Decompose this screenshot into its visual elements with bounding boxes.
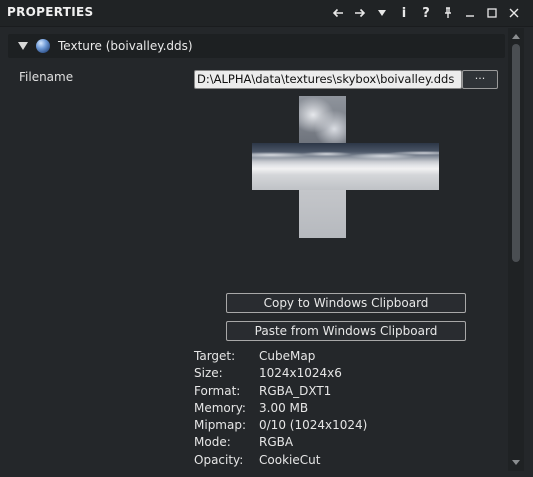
maximize-icon[interactable] — [481, 3, 503, 23]
cubemap-face-top — [299, 96, 346, 143]
dropdown-arrow-icon[interactable] — [371, 3, 393, 23]
info-key: Format: — [194, 383, 241, 398]
vertical-scrollbar[interactable] — [508, 28, 524, 471]
close-icon[interactable] — [503, 3, 525, 23]
filename-label: Filename — [19, 70, 74, 84]
info-key: Mode: — [194, 435, 231, 450]
globe-icon — [36, 39, 50, 53]
scroll-thumb[interactable] — [512, 44, 520, 262]
info-value: 3.00 MB — [259, 400, 309, 415]
panel-title: PROPERTIES — [7, 5, 94, 19]
info-key: Memory: — [194, 400, 246, 415]
copy-to-clipboard-button[interactable]: Copy to Windows Clipboard — [226, 293, 466, 313]
collapse-arrow-icon[interactable] — [18, 42, 28, 50]
info-value: CubeMap — [259, 349, 316, 363]
info-value: 1024x1024x6 — [259, 366, 342, 381]
texture-section-header[interactable]: Texture (boivalley.dds) — [8, 34, 505, 58]
info-key: Opacity: — [194, 452, 244, 467]
filename-field[interactable]: D:\ALPHA\data\textures\skybox\boivalley.… — [194, 70, 462, 89]
cubemap-face-bottom — [299, 190, 346, 238]
filename-value: D:\ALPHA\data\textures\skybox\boivalley.… — [197, 72, 455, 86]
help-icon[interactable]: ? — [415, 3, 437, 23]
minimize-icon[interactable] — [459, 3, 481, 23]
pin-icon[interactable] — [437, 3, 459, 23]
info-value: CookieCut — [259, 452, 321, 467]
section-title: Texture (boivalley.dds) — [58, 39, 193, 53]
info-icon[interactable]: i — [393, 3, 415, 23]
cubemap-preview — [252, 96, 439, 238]
forward-arrow-icon[interactable] — [349, 3, 371, 23]
paste-from-clipboard-button[interactable]: Paste from Windows Clipboard — [226, 321, 466, 341]
titlebar-icons: i ? — [327, 3, 525, 23]
browse-button[interactable]: ··· — [462, 70, 498, 89]
scroll-up-arrow-icon[interactable] — [512, 34, 520, 39]
info-key: Size: — [194, 366, 223, 381]
info-key: Target: — [194, 349, 236, 363]
info-value: 0/10 (1024x1024) — [259, 418, 368, 433]
info-value: RGBA — [259, 435, 294, 450]
info-key: Mipmap: — [194, 418, 247, 433]
cubemap-clouds — [252, 143, 439, 163]
panel-titlebar: PROPERTIES i ? — [0, 0, 533, 27]
info-value: RGBA_DXT1 — [259, 383, 332, 398]
back-arrow-icon[interactable] — [327, 3, 349, 23]
scroll-down-arrow-icon[interactable] — [512, 460, 520, 465]
